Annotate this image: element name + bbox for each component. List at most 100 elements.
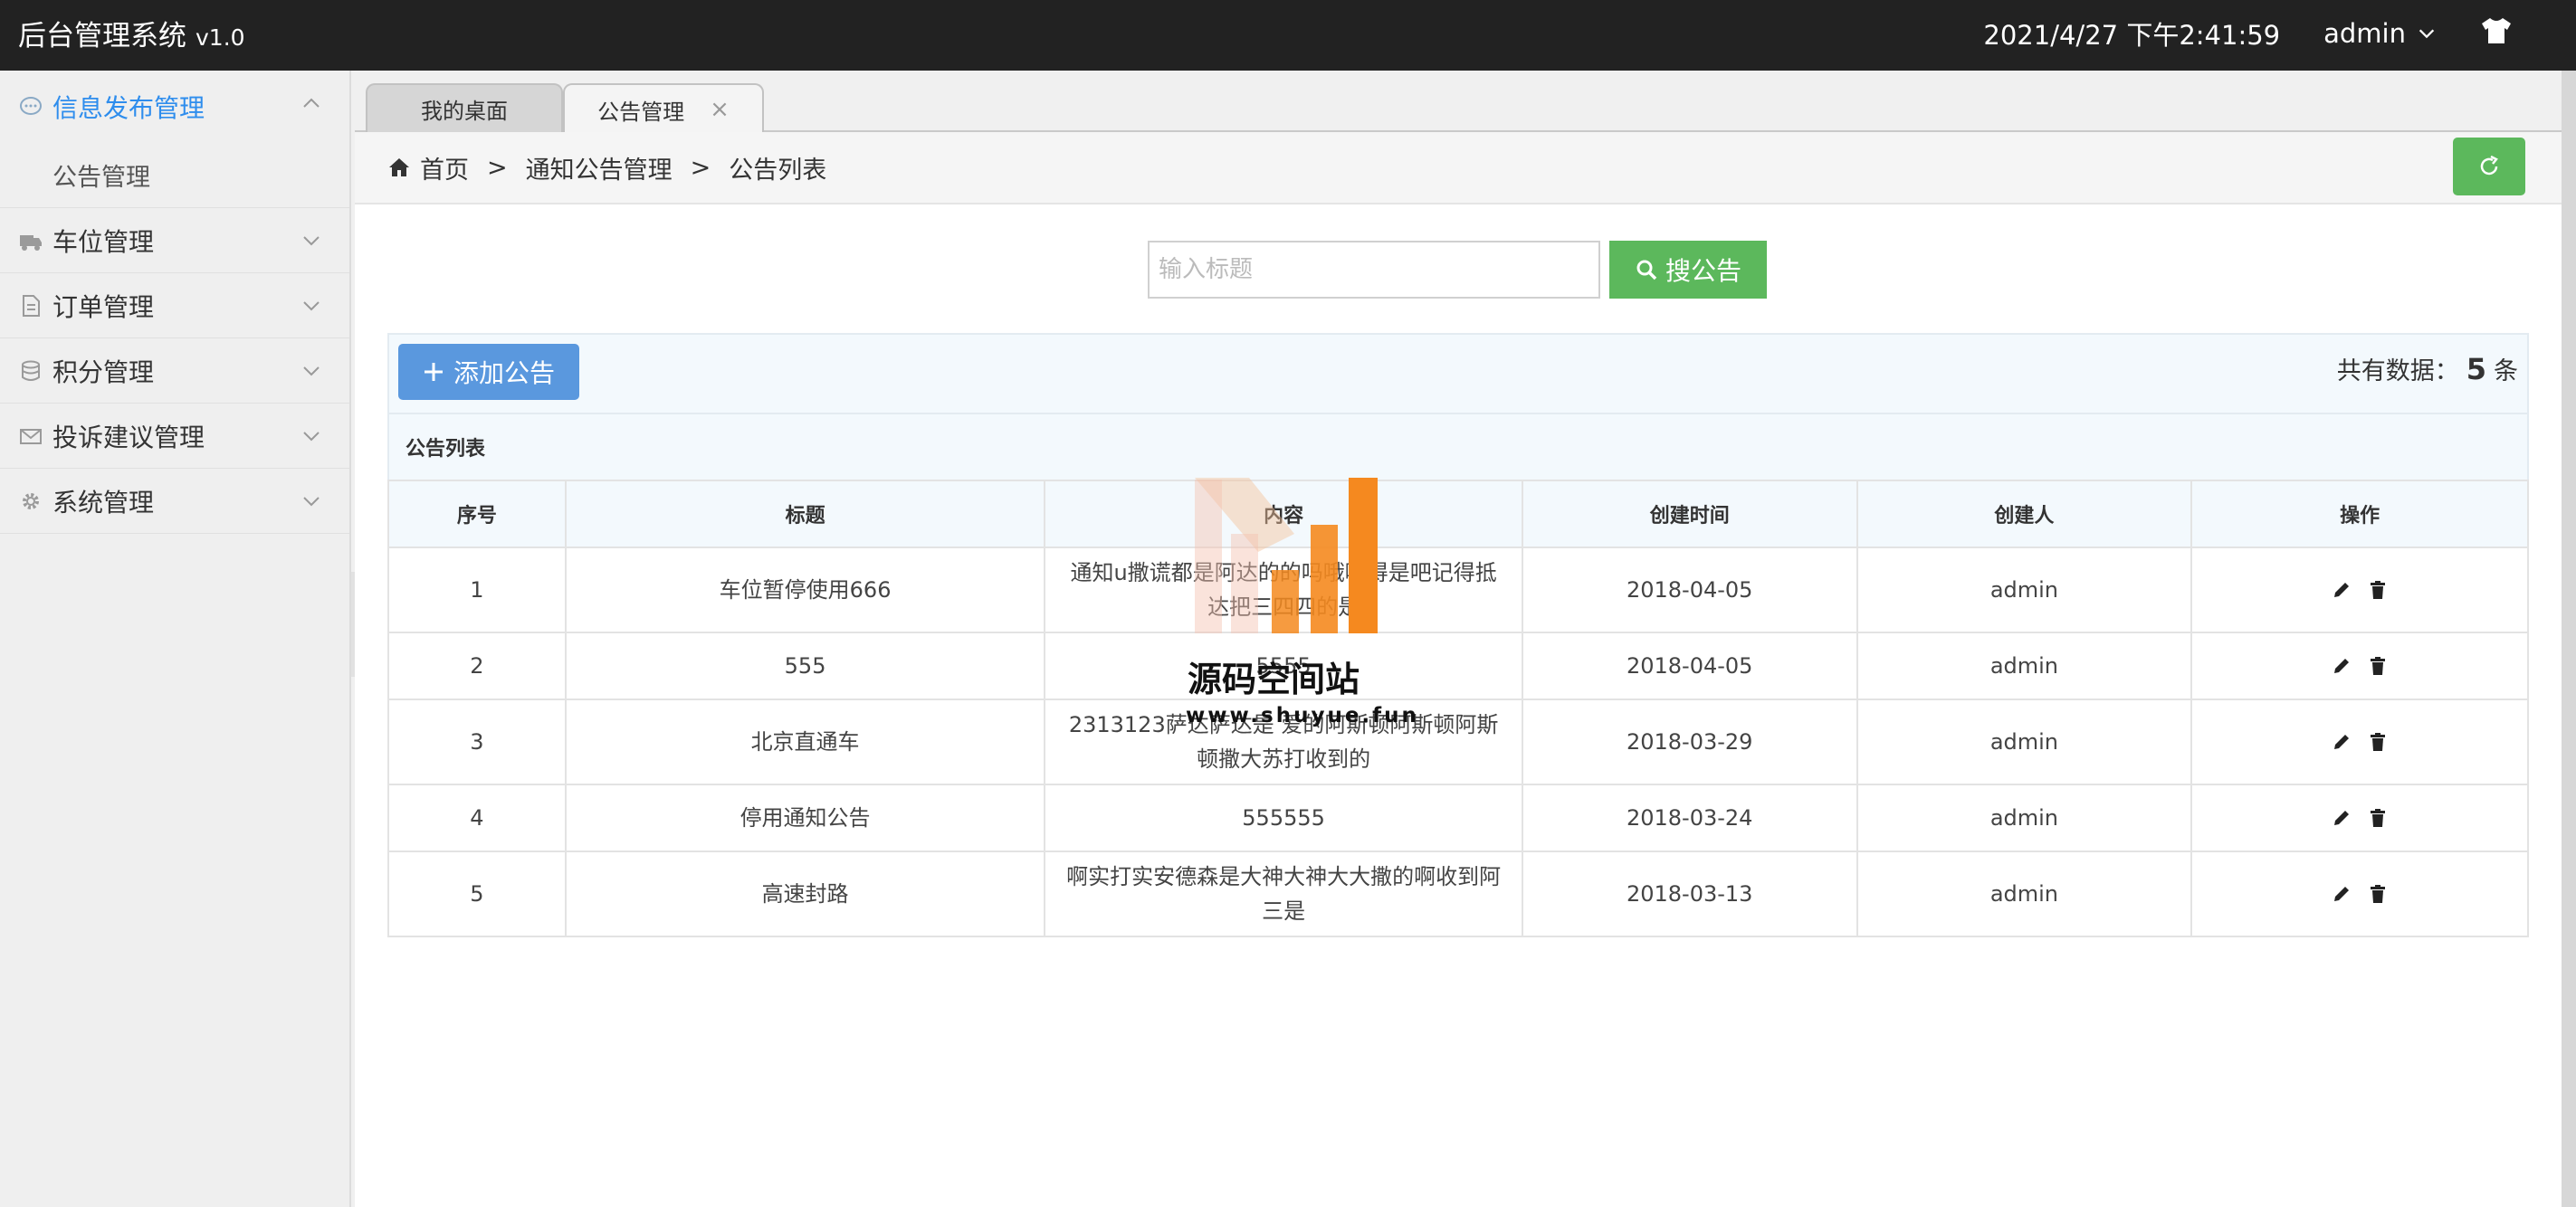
table-toolbar: 添加公告 共有数据： 5 条 <box>387 333 2529 413</box>
sidebar-item-label: 订单管理 <box>52 291 155 322</box>
chevron-down-icon <box>303 497 320 507</box>
delete-icon[interactable] <box>2368 732 2388 752</box>
tab-my-desktop[interactable]: 我的桌面 <box>366 83 563 132</box>
table-row: 1 车位暂停使用666 通知u撒谎都是阿达的的吗哦哦得是吧记得抵达把三四四的是 201… <box>387 546 2529 633</box>
sidebar-item-system[interactable]: 系统管理 <box>0 469 349 534</box>
app-brand: 后台管理系统 v1.0 <box>18 13 245 53</box>
cell-id: 1 <box>387 546 567 633</box>
cell-title: 北京直通车 <box>564 699 1046 785</box>
cell-time: 2018-03-24 <box>1521 784 1858 852</box>
tshirt-icon[interactable] <box>2480 16 2513 52</box>
breadcrumb-notice-management[interactable]: 通知公告管理 <box>526 150 673 185</box>
search-icon <box>1636 260 1657 280</box>
database-icon <box>18 358 43 384</box>
add-notice-label: 添加公告 <box>453 358 555 388</box>
sidebar-subitem-label: 公告管理 <box>52 164 150 192</box>
edit-icon[interactable] <box>2332 808 2352 828</box>
sidebar-item-parking[interactable]: 车位管理 <box>0 208 349 273</box>
cell-title: 555 <box>564 632 1046 700</box>
document-icon <box>18 293 43 318</box>
cell-creator: admin <box>1856 851 2193 937</box>
cell-time: 2018-04-05 <box>1521 546 1858 633</box>
cell-time: 2018-04-05 <box>1521 632 1858 700</box>
chat-icon <box>18 94 43 119</box>
app-title: 后台管理系统 <box>18 20 186 52</box>
sidebar-item-orders[interactable]: 订单管理 <box>0 273 349 338</box>
watermark-name: 源码空间站 <box>1188 660 1360 699</box>
cell-content: 通知u撒谎都是阿达的的吗哦哦得是吧记得抵达把三四四的是 <box>1044 546 1523 633</box>
total-prefix: 共有数据： <box>2336 357 2459 385</box>
tabs-bar: 我的桌面 公告管理 × <box>355 71 2562 134</box>
cell-actions <box>2190 632 2529 700</box>
cell-actions <box>2190 546 2529 633</box>
column-header-id: 序号 <box>387 480 567 548</box>
edit-icon[interactable] <box>2332 732 2352 752</box>
row-actions <box>2210 732 2509 752</box>
edit-icon[interactable] <box>2332 656 2352 676</box>
envelope-icon <box>18 423 43 449</box>
sidebar-item-points[interactable]: 积分管理 <box>0 338 349 404</box>
chevron-up-icon <box>303 98 320 108</box>
username: admin <box>2323 18 2406 49</box>
edit-icon[interactable] <box>2332 884 2352 904</box>
cell-time: 2018-03-13 <box>1521 851 1858 937</box>
user-menu[interactable]: admin <box>2323 18 2437 49</box>
chevron-down-icon <box>303 301 320 311</box>
sidebar-item-label: 车位管理 <box>52 226 155 257</box>
sidebar-item-info-publish[interactable]: 信息发布管理 <box>0 71 349 143</box>
row-actions <box>2210 656 2509 676</box>
gear-icon <box>18 489 43 514</box>
sidebar-item-label: 投诉建议管理 <box>52 422 205 452</box>
search-input[interactable] <box>1148 241 1600 299</box>
refresh-button[interactable] <box>2453 138 2525 195</box>
sidebar-subitem-notice[interactable]: 公告管理 <box>0 143 349 208</box>
cell-id: 4 <box>387 784 567 852</box>
plus-icon <box>424 363 443 381</box>
right-edge-bar <box>2562 71 2576 1207</box>
home-icon <box>389 158 409 176</box>
cell-actions <box>2190 699 2529 785</box>
delete-icon[interactable] <box>2368 884 2388 904</box>
table-body: 1 车位暂停使用666 通知u撒谎都是阿达的的吗哦哦得是吧记得抵达把三四四的是 201… <box>387 546 2529 937</box>
delete-icon[interactable] <box>2368 580 2388 600</box>
sidebar: 信息发布管理 公告管理 车位管理 订单管理 积分管理 投诉建议管理 系统管理 <box>0 71 351 1207</box>
sidebar-item-label: 积分管理 <box>52 356 155 387</box>
edit-icon[interactable] <box>2332 580 2352 600</box>
total-suffix: 条 <box>2494 357 2518 385</box>
cell-title: 停用通知公告 <box>564 784 1046 852</box>
column-header-content: 内容 <box>1044 480 1523 548</box>
header-datetime: 2021/4/27 下午2:41:59 <box>1983 20 2281 51</box>
breadcrumb-notice-list: 公告列表 <box>729 156 827 185</box>
table-row: 4 停用通知公告 555555 2018-03-24 admin <box>387 784 2529 852</box>
total-number: 5 <box>2466 352 2486 386</box>
cell-id: 2 <box>387 632 567 700</box>
column-header-creator: 创建人 <box>1856 480 2193 548</box>
cell-actions <box>2190 784 2529 852</box>
delete-icon[interactable] <box>2368 808 2388 828</box>
tab-notice-management[interactable]: 公告管理 × <box>563 83 764 134</box>
table-header-row: 序号 标题 内容 创建时间 创建人 操作 <box>387 480 2529 548</box>
table-caption: 公告列表 <box>387 413 2529 480</box>
delete-icon[interactable] <box>2368 656 2388 676</box>
watermark-url: www.shuyue.fun <box>1186 704 1419 727</box>
row-actions <box>2210 808 2509 828</box>
search-button[interactable]: 搜公告 <box>1609 241 1767 299</box>
header-right: 2021/4/27 下午2:41:59 admin <box>1983 14 2513 52</box>
cell-creator: admin <box>1856 546 2193 633</box>
table-row: 3 北京直通车 2313123萨达萨达是 爱的阿斯顿阿斯顿阿斯顿撒大苏打收到的 201… <box>387 699 2529 785</box>
cell-id: 3 <box>387 699 567 785</box>
sidebar-item-complaints[interactable]: 投诉建议管理 <box>0 404 349 469</box>
chevron-down-icon <box>303 236 320 246</box>
add-notice-button[interactable]: 添加公告 <box>398 344 579 400</box>
refresh-icon <box>2480 155 2498 176</box>
breadcrumb-home[interactable]: 首页 <box>420 150 469 185</box>
top-header: 后台管理系统 v1.0 2021/4/27 下午2:41:59 admin <box>0 0 2576 71</box>
column-header-time: 创建时间 <box>1521 480 1858 548</box>
chevron-down-icon <box>2419 29 2435 39</box>
chevron-down-icon <box>303 432 320 442</box>
chevron-down-icon <box>303 366 320 376</box>
main-content: 首页 > 通知公告管理 > 公告列表 搜公告 添加公告 共有数据：5条 公告列表… <box>355 132 2562 1207</box>
tab-label: 我的桌面 <box>421 98 508 124</box>
close-icon[interactable]: × <box>710 96 730 123</box>
sidebar-item-label: 系统管理 <box>52 487 155 518</box>
